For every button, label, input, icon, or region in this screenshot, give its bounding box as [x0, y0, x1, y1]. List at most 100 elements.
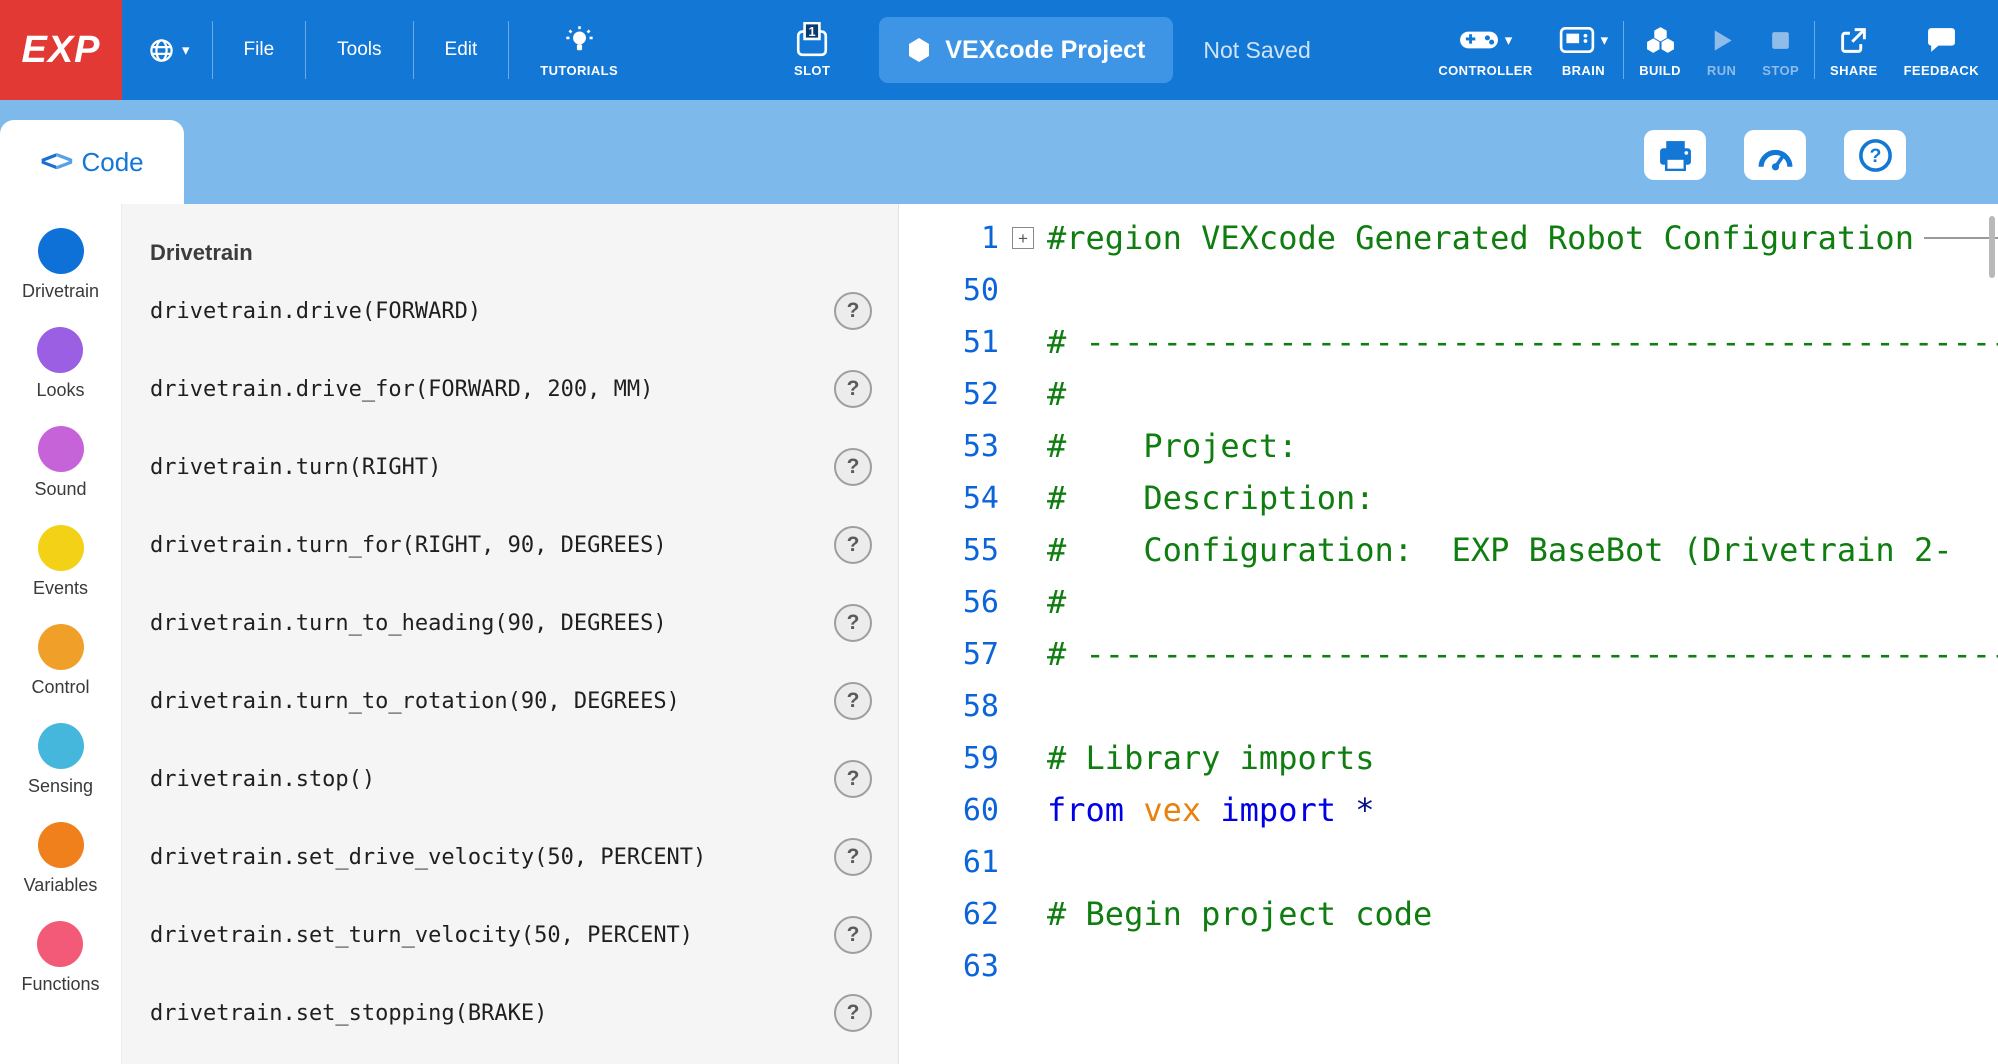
line-content: # Library imports [1047, 739, 1998, 777]
controller-button[interactable]: ▾ CONTROLLER [1425, 22, 1545, 78]
sidebar-item-events[interactable]: Events [33, 525, 88, 599]
command-block[interactable]: drivetrain.turn(RIGHT) [150, 455, 441, 480]
editor-line[interactable]: 53 # Project: [899, 420, 1998, 472]
feedback-button[interactable]: FEEDBACK [1891, 22, 1992, 78]
editor-line[interactable]: 52 # [899, 368, 1998, 420]
line-content: # Begin project code [1047, 895, 1998, 933]
fold-expand-icon[interactable]: + [1012, 227, 1034, 249]
sidebar-item-sensing[interactable]: Sensing [28, 723, 93, 797]
run-button[interactable]: RUN [1694, 22, 1749, 78]
command-help-button[interactable]: ? [834, 760, 872, 798]
sidebar-item-looks[interactable]: Looks [36, 327, 84, 401]
command-block[interactable]: drivetrain.stop() [150, 767, 375, 792]
command-help-button[interactable]: ? [834, 292, 872, 330]
category-label: Drivetrain [22, 281, 99, 302]
build-label: BUILD [1639, 63, 1681, 78]
divider [305, 21, 306, 79]
control-category-icon [38, 624, 84, 670]
menu-tools[interactable]: Tools [308, 0, 410, 100]
brain-button[interactable]: ▾ BRAIN [1546, 22, 1622, 78]
editor-line[interactable]: 55 # Configuration: EXP BaseBot (Drivetr… [899, 524, 1998, 576]
stop-label: STOP [1762, 63, 1799, 78]
command-block[interactable]: drivetrain.set_stopping(BRAKE) [150, 1001, 547, 1026]
slot-icon-wrap: 1 [795, 22, 829, 58]
code-brackets-icon: <> [40, 145, 71, 179]
command-help-button[interactable]: ? [834, 682, 872, 720]
command-row: drivetrain.turn_to_heading(90, DEGREES) … [150, 584, 898, 662]
line-number: 52 [899, 377, 999, 412]
editor-line[interactable]: 50 [899, 264, 1998, 316]
folded-region-text: #region VEXcode Generated Robot Configur… [1047, 219, 1914, 257]
command-help-button[interactable]: ? [834, 994, 872, 1032]
command-block[interactable]: drivetrain.drive_for(FORWARD, 200, MM) [150, 377, 653, 402]
brain-label: BRAIN [1562, 63, 1605, 78]
sidebar-item-variables[interactable]: Variables [24, 822, 98, 896]
editor-line[interactable]: 1 + #region VEXcode Generated Robot Conf… [899, 212, 1998, 264]
editor-line[interactable]: 51 # -----------------------------------… [899, 316, 1998, 368]
command-row: drivetrain.turn_to_rotation(90, DEGREES)… [150, 662, 898, 740]
command-help-button[interactable]: ? [834, 604, 872, 642]
command-block[interactable]: drivetrain.turn_to_rotation(90, DEGREES) [150, 689, 680, 714]
help-button[interactable]: ? [1844, 130, 1906, 180]
line-content: # --------------------------------------… [1047, 635, 1998, 673]
scrollbar-thumb[interactable] [1989, 216, 1995, 278]
menu-edit[interactable]: Edit [416, 0, 507, 100]
line-number: 55 [899, 533, 999, 568]
project-name: VEXcode Project [945, 36, 1145, 65]
editor-line[interactable]: 61 [899, 836, 1998, 888]
sidebar-item-sound[interactable]: Sound [34, 426, 86, 500]
editor-line[interactable]: 62 # Begin project code [899, 888, 1998, 940]
project-name-button[interactable]: VEXcode Project [879, 17, 1173, 83]
line-number: 57 [899, 637, 999, 672]
exp-logo[interactable]: EXP [0, 0, 122, 100]
code-token [1124, 791, 1143, 829]
print-console-button[interactable] [1644, 130, 1706, 180]
code-token [1336, 791, 1355, 829]
tutorials-icon-wrap [564, 22, 595, 58]
tab-code[interactable]: <> Code [0, 120, 184, 204]
editor-line[interactable]: 60 from vex import * [899, 784, 1998, 836]
category-label: Events [33, 578, 88, 599]
command-block[interactable]: drivetrain.set_drive_velocity(50, PERCEN… [150, 845, 706, 870]
code-token: * [1355, 791, 1374, 829]
slot-number: 1 [809, 25, 816, 39]
sidebar-item-control[interactable]: Control [31, 624, 89, 698]
share-button[interactable]: SHARE [1817, 22, 1891, 78]
editor-line[interactable]: 58 [899, 680, 1998, 732]
editor-line[interactable]: 59 # Library imports [899, 732, 1998, 784]
command-block[interactable]: drivetrain.turn_for(RIGHT, 90, DEGREES) [150, 533, 667, 558]
editor-line[interactable]: 56 # [899, 576, 1998, 628]
category-label: Sound [34, 479, 86, 500]
slot-button[interactable]: 1 SLOT [781, 22, 843, 78]
stop-button[interactable]: STOP [1749, 22, 1812, 78]
build-button[interactable]: BUILD [1626, 22, 1694, 78]
command-help-button[interactable]: ? [834, 838, 872, 876]
code-token: vex [1143, 791, 1201, 829]
editor-line[interactable]: 63 [899, 940, 1998, 992]
main-area: Drivetrain Looks Sound Events Control Se… [0, 204, 1998, 1064]
stop-square-icon [1768, 28, 1793, 53]
command-help-button[interactable]: ? [834, 370, 872, 408]
command-help-button[interactable]: ? [834, 916, 872, 954]
dashboard-button[interactable] [1744, 130, 1806, 180]
code-editor[interactable]: 1 + #region VEXcode Generated Robot Conf… [898, 204, 1998, 1064]
command-list: drivetrain.drive(FORWARD) ? drivetrain.d… [150, 272, 898, 1052]
menu-file[interactable]: File [215, 0, 304, 100]
command-row: drivetrain.stop() ? [150, 740, 898, 818]
sidebar-item-functions[interactable]: Functions [21, 921, 99, 995]
chevron-down-icon: ▾ [1505, 33, 1513, 48]
editor-line[interactable]: 54 # Description: [899, 472, 1998, 524]
gauge-icon [1757, 140, 1794, 171]
language-button[interactable]: ▾ [148, 37, 190, 64]
editor-line[interactable]: 57 # -----------------------------------… [899, 628, 1998, 680]
command-help-button[interactable]: ? [834, 526, 872, 564]
command-block[interactable]: drivetrain.set_turn_velocity(50, PERCENT… [150, 923, 693, 948]
run-label: RUN [1707, 63, 1736, 78]
tab-bar: <> Code ? [0, 100, 1998, 204]
command-block[interactable]: drivetrain.turn_to_heading(90, DEGREES) [150, 611, 667, 636]
tutorials-button[interactable]: TUTORIALS [527, 22, 631, 78]
sidebar-item-drivetrain[interactable]: Drivetrain [22, 228, 99, 302]
comment-text: # --------------------------------------… [1047, 323, 1998, 361]
command-help-button[interactable]: ? [834, 448, 872, 486]
command-block[interactable]: drivetrain.drive(FORWARD) [150, 299, 481, 324]
